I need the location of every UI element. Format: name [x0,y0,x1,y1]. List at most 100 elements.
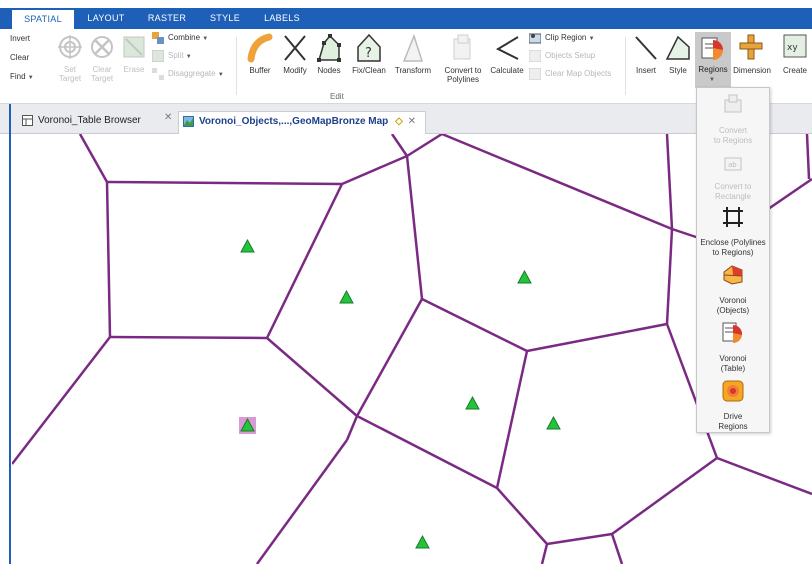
voronoi-edge [105,181,112,338]
voronoi-map [12,134,812,564]
transform-button[interactable]: Transform [395,33,431,91]
voronoi-table-icon [722,322,743,344]
clear-map-objects-button[interactable]: Clear Map Objects [529,68,629,82]
convert-to-polylines-icon [453,34,471,60]
find-button[interactable]: Find ▼ [10,72,34,81]
voronoi-edge [665,228,674,325]
menu-item-label: Convert to Rectangle [714,182,752,201]
voronoi-edge [265,183,344,339]
menu-item-label: Enclose (Polylines to Regions) [700,238,766,257]
calculate-button[interactable]: Calculate [490,33,524,91]
voronoi-objects-icon [723,265,743,285]
tab-style[interactable]: STYLE [202,8,248,29]
create-label: Create [782,66,807,75]
modify-button[interactable]: Modify [282,33,308,91]
convert-to-polylines-label: Convert to Polylines [444,66,482,84]
voronoi-edge [611,456,718,536]
split-button[interactable]: Split ▼ [152,50,222,64]
clip-region-button[interactable]: Clip Region ▼ [529,32,619,46]
menu-item-drive-regions[interactable]: Drive Regions [697,378,769,434]
regions-button[interactable]: Regions ▼ [695,32,731,88]
voronoi-edge [355,298,424,417]
close-icon[interactable]: ✕ [164,112,172,123]
menu-item-voronoi-objects[interactable]: Voronoi (Objects) [697,262,769,320]
objects-setup-button[interactable]: Objects Setup [529,50,619,64]
tab-voronoi-table-browser[interactable]: Voronoi_Table Browser [18,111,170,134]
voronoi-edge [421,297,528,353]
split-label: Split ▼ [168,51,192,60]
objects-setup-icon [529,50,541,62]
combine-button[interactable]: Combine ▼ [152,32,222,46]
close-icon[interactable]: ✕ [408,116,416,127]
ribbon-tab-bar: SPATIAL LAYOUT RASTER STYLE LABELS [0,8,812,30]
voronoi-edge [78,134,109,183]
tab-layout[interactable]: LAYOUT [80,8,132,29]
fix-clean-label: Fix/Clean [352,66,386,75]
disaggregate-button[interactable]: Disaggregate ▼ [152,68,232,82]
transform-icon [402,33,424,62]
menu-item-convert-to-rectangle[interactable]: ab Convert to Rectangle [697,148,769,204]
ribbon-separator [236,37,237,95]
voronoi-edge [356,414,498,490]
create-button[interactable]: xy Create [782,33,808,91]
clear-map-objects-label: Clear Map Objects [545,69,612,78]
combine-icon [152,32,164,44]
erase-button[interactable]: Erase [122,35,146,95]
pin-icon[interactable]: ◇ [395,116,403,127]
voronoi-point[interactable] [339,289,354,304]
tab-label: Voronoi_Objects,...,GeoMapBronze Map [199,116,389,127]
set-target-button[interactable]: Set Target [58,35,82,95]
dimension-label: Dimension [733,66,771,75]
modify-icon [284,35,306,61]
transform-label: Transform [394,66,432,75]
map-view[interactable] [12,134,812,564]
voronoi-edge [109,335,268,340]
voronoi-edge [341,154,408,186]
combine-label: Combine ▼ [168,33,209,42]
invert-button[interactable]: Invert [10,34,30,43]
tab-raster[interactable]: RASTER [140,8,194,29]
tab-labels[interactable]: LABELS [255,8,309,29]
voronoi-point[interactable] [546,415,561,430]
voronoi-edge [390,134,409,157]
menu-item-convert-to-regions[interactable]: Convert to Regions [697,92,769,148]
svg-text:ab: ab [728,161,737,169]
nodes-button[interactable]: Nodes [316,33,342,91]
convert-to-regions-icon [724,94,742,113]
clear-button[interactable]: Clear [10,53,29,62]
erase-label: Erase [123,65,145,74]
voronoi-edge [441,134,673,231]
insert-button[interactable]: Insert [634,33,658,91]
buffer-label: Buffer [249,66,271,75]
menu-item-enclose[interactable]: Enclose (Polylines to Regions) [697,204,769,262]
voronoi-point[interactable] [465,395,480,410]
style-button[interactable]: Style [665,33,691,91]
clear-target-button[interactable]: Clear Target [90,35,114,95]
dimension-button[interactable]: Dimension [733,33,771,91]
voronoi-edges [12,134,812,564]
voronoi-edge [610,533,624,564]
voronoi-point[interactable] [240,238,255,253]
modify-label: Modify [283,66,307,75]
voronoi-edge [540,543,549,564]
menu-item-voronoi-table[interactable]: Voronoi (Table) [697,320,769,378]
regions-icon [701,37,723,60]
clear-target-label: Clear Target [90,65,114,83]
style-icon [665,35,690,60]
svg-text:xy: xy [787,43,798,53]
voronoi-point[interactable] [415,534,430,549]
menu-item-label: Voronoi (Objects) [716,296,750,315]
voronoi-point[interactable] [517,269,532,284]
tab-spatial[interactable]: SPATIAL [12,10,74,30]
document-tab-bar: Voronoi_Table Browser ✕ Voronoi_Objects,… [0,104,812,134]
buffer-button[interactable]: Buffer [247,33,273,91]
tab-voronoi-objects-map[interactable]: Voronoi_Objects,...,GeoMapBronze Map ◇ ✕ [178,111,426,134]
fix-clean-button[interactable]: ? Fix/Clean [352,33,386,91]
insert-icon [635,36,657,60]
voronoi-edge [345,415,359,441]
clip-region-icon [529,33,541,44]
voronoi-edge [495,350,529,489]
enclose-icon [723,207,743,227]
menu-item-label: Convert to Regions [713,126,753,145]
convert-to-polylines-button[interactable]: Convert to Polylines [445,33,481,91]
